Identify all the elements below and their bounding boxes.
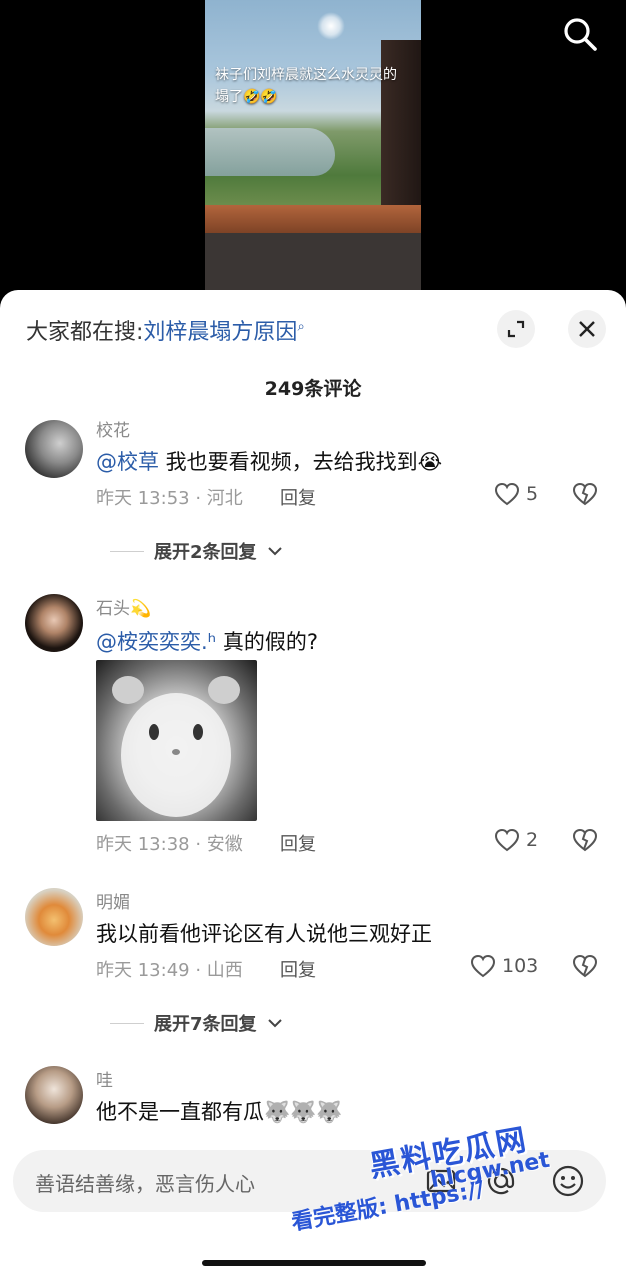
avatar[interactable] xyxy=(25,420,83,478)
dislike-button[interactable] xyxy=(572,954,598,982)
video-player[interactable]: 袜子们刘梓晨就这么水灵灵的塌了🤣🤣 xyxy=(0,0,626,300)
chevron-down-icon xyxy=(267,547,282,556)
expand-replies-button[interactable]: 展开7条回复 xyxy=(110,1010,283,1036)
like-count: 5 xyxy=(526,483,539,505)
video-railing xyxy=(205,205,421,233)
smiley-icon xyxy=(552,1165,584,1197)
heart-icon xyxy=(494,828,520,852)
comment-text[interactable]: 他不是一直都有瓜🐺🐺🐺 xyxy=(96,1096,342,1126)
close-button[interactable] xyxy=(568,310,606,348)
dislike-button[interactable] xyxy=(572,828,598,856)
comment-time-location: 昨天 13:38 · 安徽 xyxy=(96,834,243,855)
comment-item: 明媚 我以前看他评论区有人说他三观好正 昨天 13:49 · 山西 回复 103… xyxy=(0,888,626,1058)
expand-replies-button[interactable]: 展开2条回复 xyxy=(110,538,283,564)
reply-button[interactable]: 回复 xyxy=(280,830,316,856)
like-count: 103 xyxy=(502,955,539,977)
reply-button[interactable]: 回复 xyxy=(280,484,316,510)
broken-heart-icon xyxy=(572,954,598,978)
trending-keyword[interactable]: 刘梓晨塌方原因 xyxy=(143,320,297,345)
comment-username[interactable]: 校花 xyxy=(96,416,130,441)
heart-icon xyxy=(494,482,520,506)
comment-username[interactable]: 哇 xyxy=(96,1066,113,1091)
comment-body: 真的假的? xyxy=(216,630,318,654)
video-caption: 袜子们刘梓晨就这么水灵灵的塌了🤣🤣 xyxy=(215,67,397,105)
expand-replies-label: 展开7条回复 xyxy=(154,1014,257,1035)
comment-text[interactable]: 我以前看他评论区有人说他三观好正 xyxy=(96,918,432,948)
like-button[interactable]: 5 xyxy=(494,482,538,506)
comment-mention[interactable]: @校草 xyxy=(96,450,159,474)
reply-button[interactable]: 回复 xyxy=(280,956,316,982)
video-deck xyxy=(205,233,421,292)
divider-line xyxy=(110,550,144,552)
comment-input-placeholder[interactable]: 善语结善缘，恶言伤人心 xyxy=(35,1168,255,1197)
comment-image[interactable] xyxy=(96,660,257,821)
comment-text[interactable]: @校草 我也要看视频，去给我找到😭 xyxy=(96,446,442,476)
close-icon xyxy=(579,321,595,337)
trending-prefix: 大家都在搜: xyxy=(26,320,144,345)
like-button[interactable]: 103 xyxy=(470,954,538,978)
comment-count: 249条评论 xyxy=(264,378,362,400)
broken-heart-icon xyxy=(572,482,598,506)
chevron-down-icon xyxy=(267,1019,282,1028)
expand-button[interactable] xyxy=(497,310,535,348)
comment-body: 我也要看视频，去给我找到😭 xyxy=(159,450,443,474)
broken-heart-icon xyxy=(572,828,598,852)
avatar[interactable] xyxy=(25,594,83,652)
video-frame[interactable]: 袜子们刘梓晨就这么水灵灵的塌了🤣🤣 xyxy=(205,0,421,292)
expand-icon xyxy=(507,320,525,338)
expand-replies-label: 展开2条回复 xyxy=(154,542,257,563)
comment-username[interactable]: 明媚 xyxy=(96,888,130,913)
divider-line xyxy=(110,1022,144,1024)
dislike-button[interactable] xyxy=(572,482,598,510)
comment-time-location: 昨天 13:53 · 河北 xyxy=(96,488,243,509)
like-button[interactable]: 2 xyxy=(494,828,538,852)
trending-search[interactable]: 大家都在搜:刘梓晨塌方原因⌕ xyxy=(26,314,305,346)
mini-search-icon: ⌕ xyxy=(297,319,305,335)
video-lake xyxy=(205,128,335,176)
comment-username[interactable]: 石头💫 xyxy=(96,594,151,619)
comment-mention[interactable]: @桉奕奕奕.ʰ xyxy=(96,630,216,654)
comment-item: 石头💫 @桉奕奕奕.ʰ 真的假的? 昨天 13:38 · 安徽 回复 2 xyxy=(0,594,626,864)
avatar[interactable] xyxy=(25,888,83,946)
like-count: 2 xyxy=(526,829,539,851)
avatar[interactable] xyxy=(25,1066,83,1124)
hamster-image xyxy=(112,676,240,817)
comments-sheet: 大家都在搜:刘梓晨塌方原因⌕ 249条评论 校花 @校草 我也要看视频，去给我找… xyxy=(0,290,626,1280)
search-button[interactable] xyxy=(560,14,600,54)
comment-time-location: 昨天 13:49 · 山西 xyxy=(96,960,243,981)
heart-icon xyxy=(470,954,496,978)
comment-text[interactable]: @桉奕奕奕.ʰ 真的假的? xyxy=(96,626,318,656)
home-indicator[interactable] xyxy=(202,1260,426,1266)
comment-item: 哇 他不是一直都有瓜🐺🐺🐺 xyxy=(0,1066,626,1136)
video-sun xyxy=(317,12,345,40)
emoji-button[interactable] xyxy=(550,1163,586,1199)
search-icon xyxy=(564,18,597,51)
comment-item: 校花 @校草 我也要看视频，去给我找到😭 昨天 13:53 · 河北 回复 5 … xyxy=(0,416,626,586)
